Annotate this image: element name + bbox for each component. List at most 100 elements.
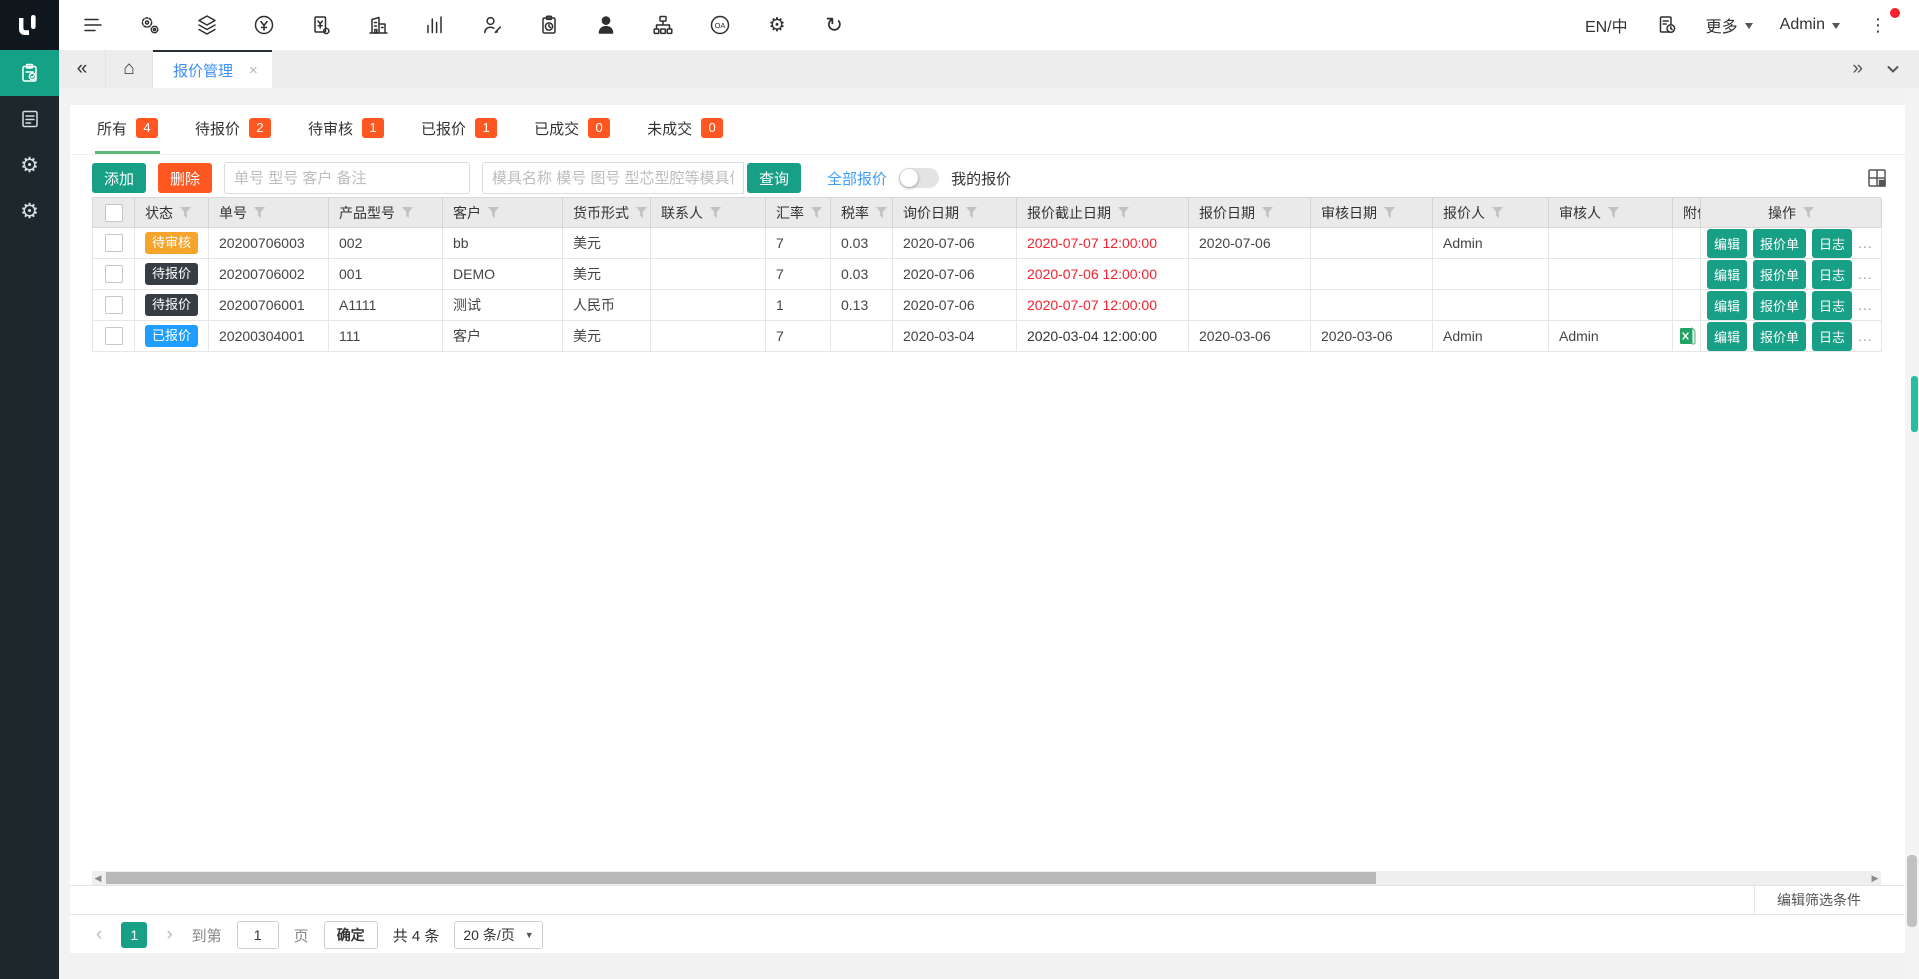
goto-confirm-button[interactable]: 确定 bbox=[324, 921, 378, 949]
filter-funnel-icon[interactable] bbox=[1608, 207, 1619, 218]
edit-filter-conditions-button[interactable]: 编辑筛选条件 bbox=[1754, 886, 1883, 914]
filter-tab-3[interactable]: 已报价1 bbox=[419, 105, 499, 154]
column-header[interactable]: 状态 bbox=[135, 198, 209, 228]
quote-sheet-button[interactable]: 报价单 bbox=[1753, 260, 1806, 289]
column-header[interactable]: 客户 bbox=[443, 198, 563, 228]
column-header[interactable]: 操作 bbox=[1701, 198, 1882, 228]
scroll-right-arrow-icon[interactable]: ▶ bbox=[1869, 871, 1881, 885]
vertical-scrollbar[interactable] bbox=[1905, 88, 1919, 979]
column-header[interactable]: 报价截止日期 bbox=[1017, 198, 1189, 228]
filter-funnel-icon[interactable] bbox=[402, 207, 413, 218]
log-button[interactable]: 日志 bbox=[1812, 291, 1852, 320]
row-more-actions[interactable]: ... bbox=[1858, 235, 1873, 251]
row-checkbox[interactable] bbox=[105, 265, 123, 283]
page-size-select[interactable]: 20 条/页 ▼ bbox=[454, 921, 542, 949]
filter-funnel-icon[interactable] bbox=[966, 207, 977, 218]
horizontal-scrollbar[interactable]: ◀ ▶ bbox=[92, 871, 1881, 885]
filter-funnel-icon[interactable] bbox=[1118, 207, 1129, 218]
vertical-scrollbar-thumb[interactable] bbox=[1907, 855, 1917, 927]
query-button[interactable]: 查询 bbox=[747, 163, 801, 193]
prev-page-button[interactable]: ‹ bbox=[92, 924, 106, 946]
edit-button[interactable]: 编辑 bbox=[1707, 260, 1747, 289]
column-settings-icon[interactable] bbox=[1865, 166, 1889, 190]
app-logo[interactable] bbox=[0, 0, 59, 50]
filter-funnel-icon[interactable] bbox=[1803, 207, 1814, 218]
column-header[interactable]: 联系人 bbox=[651, 198, 766, 228]
home-tab-button[interactable]: ⌂ bbox=[106, 50, 153, 88]
quote-sheet-button[interactable]: 报价单 bbox=[1753, 291, 1806, 320]
row-checkbox[interactable] bbox=[105, 234, 123, 252]
tab-quotation-management[interactable]: 报价管理 × bbox=[153, 50, 272, 88]
currency-circle-icon[interactable] bbox=[252, 13, 276, 37]
column-header[interactable]: 汇率 bbox=[766, 198, 831, 228]
log-button[interactable]: 日志 bbox=[1812, 322, 1852, 351]
edit-button[interactable]: 编辑 bbox=[1707, 322, 1747, 351]
filter-funnel-icon[interactable] bbox=[1492, 207, 1503, 218]
filter-tab-4[interactable]: 已成交0 bbox=[532, 105, 612, 154]
employee-icon[interactable] bbox=[594, 13, 618, 37]
mold-search-input[interactable] bbox=[482, 162, 744, 194]
add-button[interactable]: 添加 bbox=[92, 163, 146, 193]
refresh-icon[interactable]: ↻ bbox=[822, 13, 846, 37]
settings-gear-icon[interactable]: ⚙ bbox=[765, 13, 789, 37]
filter-funnel-icon[interactable] bbox=[1262, 207, 1273, 218]
tab-menu-chevron-icon[interactable] bbox=[1885, 61, 1901, 77]
row-more-actions[interactable]: ... bbox=[1858, 297, 1873, 313]
column-header[interactable]: 询价日期 bbox=[893, 198, 1017, 228]
filter-funnel-icon[interactable] bbox=[710, 207, 721, 218]
log-button[interactable]: 日志 bbox=[1812, 260, 1852, 289]
excel-attachment-icon[interactable] bbox=[1679, 327, 1696, 345]
admin-user-menu[interactable]: Admin bbox=[1780, 16, 1840, 34]
filter-funnel-icon[interactable] bbox=[180, 207, 191, 218]
filter-tab-2[interactable]: 待审核1 bbox=[306, 105, 386, 154]
invoice-settings-icon[interactable] bbox=[309, 13, 333, 37]
log-button[interactable]: 日志 bbox=[1812, 229, 1852, 258]
column-header[interactable]: 审核日期 bbox=[1311, 198, 1433, 228]
factory-icon[interactable] bbox=[366, 13, 390, 37]
report-chart-icon[interactable] bbox=[423, 13, 447, 37]
doc-clock-icon[interactable] bbox=[1655, 13, 1679, 37]
column-header[interactable]: 附件 bbox=[1673, 198, 1701, 228]
process-gears-icon[interactable] bbox=[138, 13, 162, 37]
goto-page-input[interactable] bbox=[237, 921, 279, 949]
expand-tabs-button[interactable]: » bbox=[1852, 58, 1863, 80]
next-page-button[interactable]: › bbox=[162, 924, 176, 946]
layers-icon[interactable] bbox=[195, 13, 219, 37]
vertical-scroll-indicator[interactable] bbox=[1911, 376, 1918, 432]
filter-funnel-icon[interactable] bbox=[811, 207, 822, 218]
row-more-actions[interactable]: ... bbox=[1858, 328, 1873, 344]
task-clock-icon[interactable] bbox=[537, 13, 561, 37]
sidebar-item-system[interactable]: ⚙ bbox=[0, 188, 59, 234]
overflow-menu-icon[interactable]: ⋮ bbox=[1867, 15, 1889, 36]
close-icon[interactable]: × bbox=[249, 62, 258, 79]
user-edit-icon[interactable] bbox=[480, 13, 504, 37]
filter-funnel-icon[interactable] bbox=[488, 207, 499, 218]
filter-funnel-icon[interactable] bbox=[254, 207, 265, 218]
filter-tab-1[interactable]: 待报价2 bbox=[193, 105, 273, 154]
column-header[interactable]: 审核人 bbox=[1549, 198, 1673, 228]
edit-button[interactable]: 编辑 bbox=[1707, 229, 1747, 258]
quotes-scope-toggle[interactable] bbox=[899, 168, 939, 188]
filter-funnel-icon[interactable] bbox=[636, 207, 647, 218]
sidebar-item-forms[interactable] bbox=[0, 96, 59, 142]
language-toggle[interactable]: EN/中 bbox=[1585, 13, 1628, 37]
quote-sheet-button[interactable]: 报价单 bbox=[1753, 322, 1806, 351]
column-header[interactable]: 税率 bbox=[831, 198, 893, 228]
column-header[interactable]: 单号 bbox=[209, 198, 329, 228]
oa-icon[interactable]: OA bbox=[708, 13, 732, 37]
column-header[interactable]: 报价日期 bbox=[1189, 198, 1311, 228]
sidebar-item-quotation[interactable] bbox=[0, 50, 59, 96]
select-all-checkbox[interactable] bbox=[105, 204, 123, 222]
delete-button[interactable]: 删除 bbox=[158, 163, 212, 193]
menu-lines-icon[interactable] bbox=[81, 13, 105, 37]
column-header[interactable]: 产品型号 bbox=[329, 198, 443, 228]
collapse-tabs-button[interactable]: « bbox=[59, 50, 106, 88]
all-quotes-link[interactable]: 全部报价 bbox=[827, 168, 887, 189]
sidebar-item-settings[interactable]: ⚙ bbox=[0, 142, 59, 188]
more-menu[interactable]: 更多 bbox=[1706, 13, 1753, 37]
filter-tab-0[interactable]: 所有4 bbox=[95, 105, 160, 154]
filter-tab-5[interactable]: 未成交0 bbox=[645, 105, 725, 154]
horizontal-scrollbar-thumb[interactable] bbox=[106, 872, 1376, 884]
quote-sheet-button[interactable]: 报价单 bbox=[1753, 229, 1806, 258]
keyword-search-input[interactable] bbox=[224, 162, 470, 194]
